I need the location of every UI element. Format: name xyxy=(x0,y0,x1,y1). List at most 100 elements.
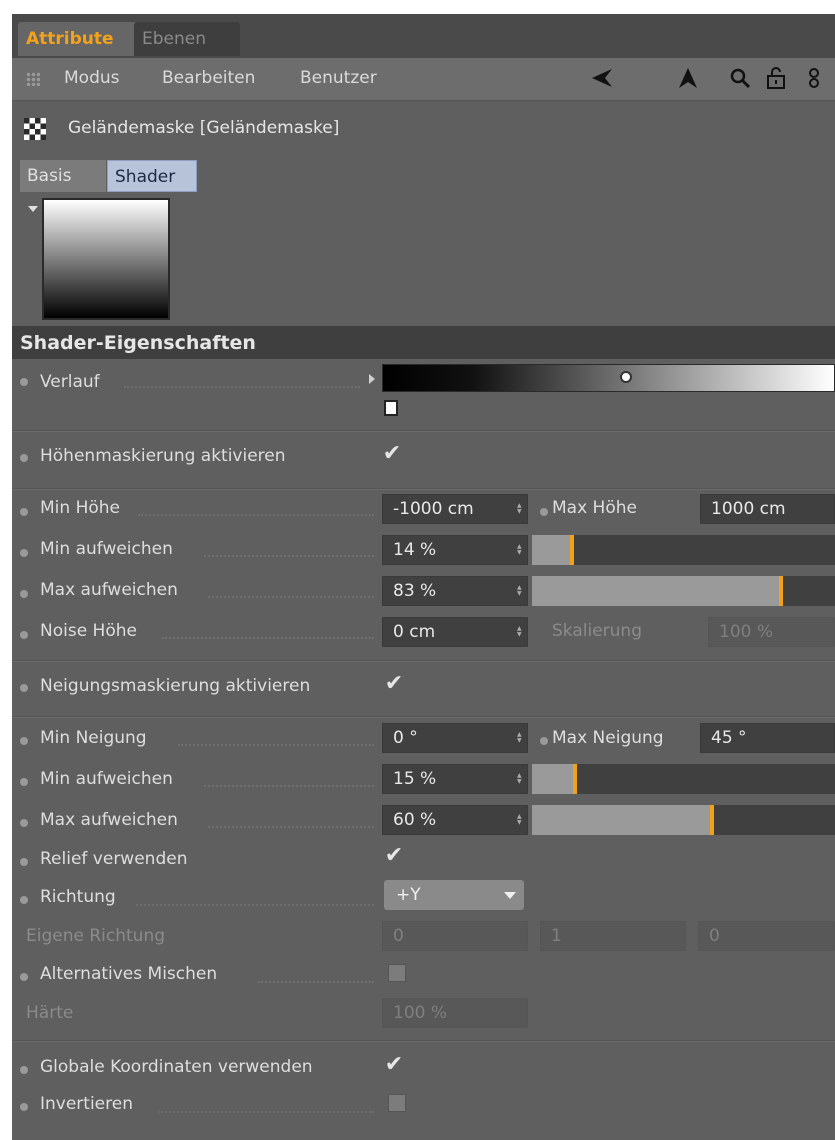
menu-bar: Modus Bearbeiten Benutzer xyxy=(12,58,835,101)
max-neigung-label: Max Neigung xyxy=(552,728,664,748)
divider xyxy=(12,1040,835,1042)
animate-dot-icon[interactable] xyxy=(20,684,28,692)
slider-handle[interactable] xyxy=(570,535,574,565)
stepper-icon[interactable] xyxy=(517,626,523,638)
animate-dot-icon[interactable] xyxy=(20,737,28,745)
hoehe-min-soft-value: 14 % xyxy=(393,540,437,560)
animate-dot-icon[interactable] xyxy=(20,549,28,557)
tab-basis[interactable]: Basis xyxy=(20,160,106,192)
stepper-icon[interactable] xyxy=(517,814,523,826)
animate-dot-icon[interactable] xyxy=(20,454,28,462)
tab-ebenen[interactable]: Ebenen xyxy=(134,22,240,56)
tab-attribute[interactable]: Attribute xyxy=(18,22,138,56)
gradient-color-stop[interactable] xyxy=(384,400,398,416)
section-header: Shader-Eigenschaften xyxy=(12,326,835,359)
alt-mischen-checkbox[interactable] xyxy=(388,964,406,982)
menu-modus[interactable]: Modus xyxy=(64,68,120,88)
divider xyxy=(12,660,835,662)
animate-dot-icon[interactable] xyxy=(20,819,28,827)
hoehe-min-soft-field[interactable]: 14 % xyxy=(382,535,528,565)
hoehe-activate-checkbox[interactable]: ✔ xyxy=(380,442,404,466)
neigung-max-soft-slider[interactable] xyxy=(532,805,835,835)
alt-mischen-label: Alternatives Mischen xyxy=(40,964,218,984)
eigene-z-value: 0 xyxy=(709,926,720,946)
max-hoehe-field[interactable]: 1000 cm xyxy=(700,494,835,524)
animate-dot-icon[interactable] xyxy=(20,896,28,904)
slider-handle[interactable] xyxy=(573,764,577,794)
animate-dot-icon[interactable] xyxy=(20,1103,28,1111)
animate-dot-icon[interactable] xyxy=(20,631,28,639)
min-hoehe-value: -1000 cm xyxy=(393,499,474,519)
hoehe-max-soft-field[interactable]: 83 % xyxy=(382,576,528,606)
divider xyxy=(12,716,835,718)
label-dots xyxy=(204,555,374,557)
stepper-icon[interactable] xyxy=(517,773,523,785)
gradient-midpoint-knob[interactable] xyxy=(620,371,632,383)
haerte-value: 100 % xyxy=(393,1003,448,1023)
section-title: Shader-Eigenschaften xyxy=(20,332,256,354)
divider xyxy=(12,430,835,432)
divider xyxy=(12,488,835,490)
eigene-y-field: 1 xyxy=(540,921,686,951)
slider-handle[interactable] xyxy=(779,576,783,606)
animate-dot-icon[interactable] xyxy=(20,973,28,981)
stepper-icon[interactable] xyxy=(517,503,523,515)
gradient-expand-icon[interactable] xyxy=(369,374,375,384)
min-neigung-label: Min Neigung xyxy=(40,728,147,748)
terrain-mask-icon xyxy=(24,118,46,140)
neigung-min-soft-field[interactable]: 15 % xyxy=(382,764,528,794)
up-arrow-icon[interactable] xyxy=(676,66,700,90)
eigene-z-field: 0 xyxy=(698,921,835,951)
neigung-activate-checkbox[interactable]: ✔ xyxy=(382,672,406,696)
max-neigung-field[interactable]: 45 ° xyxy=(700,723,835,753)
back-arrow-icon[interactable] xyxy=(590,66,614,90)
neigung-max-soft-field[interactable]: 60 % xyxy=(382,805,528,835)
global-coords-checkbox[interactable]: ✔ xyxy=(382,1053,406,1077)
animate-dot-icon[interactable] xyxy=(540,737,548,745)
richtung-dropdown[interactable]: +Y xyxy=(384,880,524,910)
lock-icon[interactable] xyxy=(764,66,788,90)
hoehe-min-soft-slider[interactable] xyxy=(532,535,835,565)
search-icon[interactable] xyxy=(728,66,752,90)
min-neigung-value: 0 ° xyxy=(393,728,418,748)
richtung-label: Richtung xyxy=(40,887,116,907)
eigene-x-value: 0 xyxy=(393,926,404,946)
invertieren-checkbox[interactable] xyxy=(388,1094,406,1112)
neigung-activate-label: Neigungsmaskierung aktivieren xyxy=(40,676,311,696)
label-dots xyxy=(158,1111,374,1113)
min-neigung-field[interactable]: 0 ° xyxy=(382,723,528,753)
shader-preview xyxy=(42,198,170,320)
label-dots xyxy=(178,744,374,746)
max-hoehe-value: 1000 cm xyxy=(711,499,786,519)
neigung-min-soft-slider[interactable] xyxy=(532,764,835,794)
animate-dot-icon[interactable] xyxy=(20,378,28,386)
eigene-y-value: 1 xyxy=(551,926,562,946)
global-coords-label: Globale Koordinaten verwenden xyxy=(40,1057,313,1077)
animate-dot-icon[interactable] xyxy=(20,1066,28,1074)
neigung-max-soft-value: 60 % xyxy=(393,810,437,830)
menu-bearbeiten[interactable]: Bearbeiten xyxy=(162,68,255,88)
haerte-field: 100 % xyxy=(382,998,528,1028)
preview-collapse-icon[interactable] xyxy=(28,206,38,212)
relief-checkbox[interactable]: ✔ xyxy=(382,844,406,868)
stepper-icon[interactable] xyxy=(517,544,523,556)
menu-benutzer[interactable]: Benutzer xyxy=(300,68,377,88)
hoehe-max-soft-slider[interactable] xyxy=(532,576,835,606)
animate-dot-icon[interactable] xyxy=(20,590,28,598)
hoehe-activate-label: Höhenmaskierung aktivieren xyxy=(40,446,286,466)
animate-dot-icon[interactable] xyxy=(20,508,28,516)
tab-shader[interactable]: Shader xyxy=(107,160,197,192)
gradient-bar[interactable] xyxy=(382,364,835,392)
relief-label: Relief verwenden xyxy=(40,849,188,869)
animate-dot-icon[interactable] xyxy=(20,778,28,786)
min-hoehe-field[interactable]: -1000 cm xyxy=(382,494,528,524)
slider-handle[interactable] xyxy=(710,805,714,835)
link-icon[interactable] xyxy=(802,66,826,90)
richtung-value: +Y xyxy=(396,885,421,905)
animate-dot-icon[interactable] xyxy=(540,508,548,516)
stepper-icon[interactable] xyxy=(517,732,523,744)
noise-hoehe-field[interactable]: 0 cm xyxy=(382,617,528,647)
stepper-icon[interactable] xyxy=(517,585,523,597)
animate-dot-icon[interactable] xyxy=(20,858,28,866)
invertieren-label: Invertieren xyxy=(40,1094,133,1114)
